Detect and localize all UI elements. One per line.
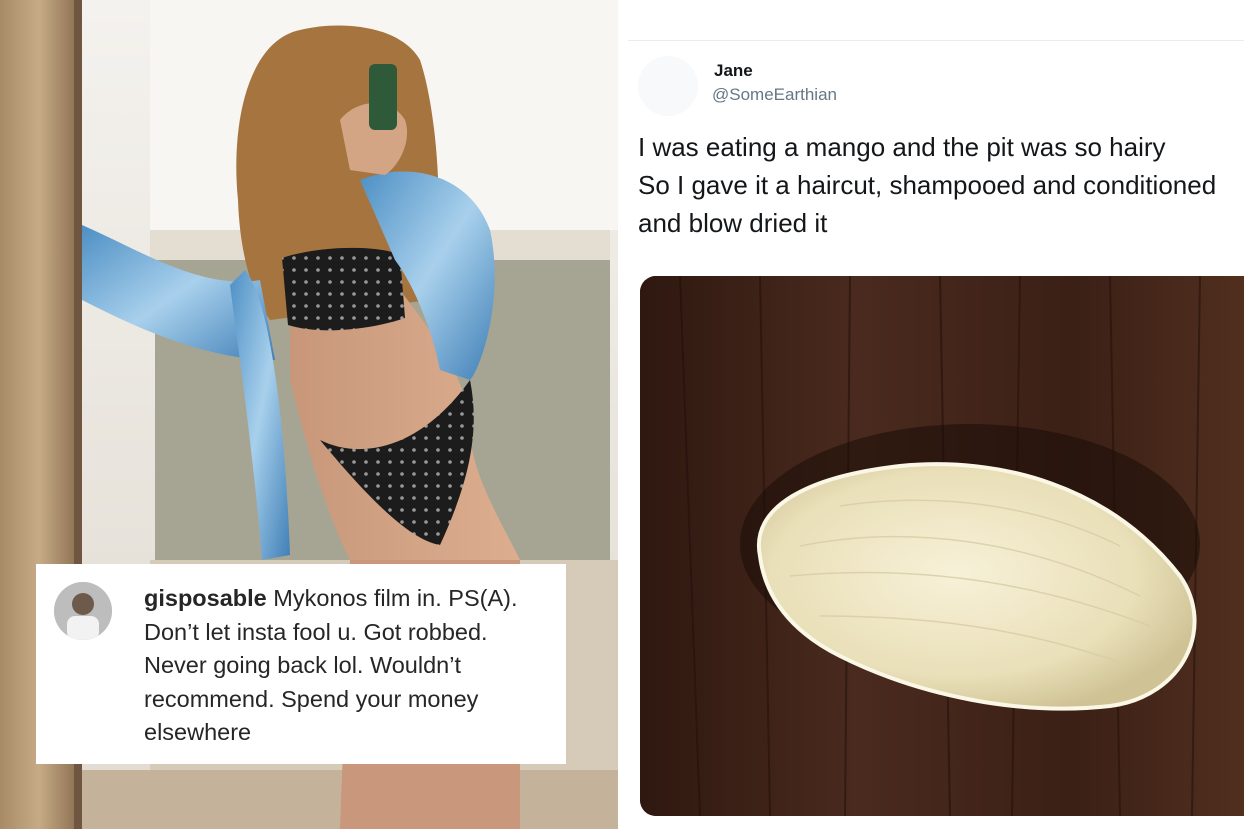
tweet-panel: Jane @SomeEarthian I was eating a mango …: [628, 0, 1244, 829]
composite-screenshot: gisposable Mykonos film in. PS(A). Don’t…: [0, 0, 1244, 829]
hairy-mango-pit-photo: [640, 276, 1244, 816]
tweet-divider: [628, 40, 1244, 41]
tweet-author-handle[interactable]: @SomeEarthian: [712, 85, 837, 105]
tweet-text-line: So I gave it a haircut, shampooed and co…: [638, 170, 1217, 200]
tweet-author-name[interactable]: Jane: [714, 61, 753, 81]
instagram-comment-card: gisposable Mykonos film in. PS(A). Don’t…: [36, 564, 566, 764]
instagram-photo-panel: gisposable Mykonos film in. PS(A). Don’t…: [0, 0, 618, 829]
profile-avatar-icon[interactable]: [638, 56, 698, 116]
tweet-media-image[interactable]: [640, 276, 1244, 816]
panel-gutter: [618, 0, 628, 829]
tweet-text-line: I was eating a mango and the pit was so …: [638, 132, 1166, 162]
tweet-text-line: and blow dried it: [638, 208, 828, 238]
user-avatar-icon[interactable]: [54, 582, 112, 640]
comment-body: gisposable Mykonos film in. PS(A). Don’t…: [144, 582, 549, 750]
tweet-text: I was eating a mango and the pit was so …: [638, 128, 1244, 242]
comment-username[interactable]: gisposable: [144, 585, 267, 611]
